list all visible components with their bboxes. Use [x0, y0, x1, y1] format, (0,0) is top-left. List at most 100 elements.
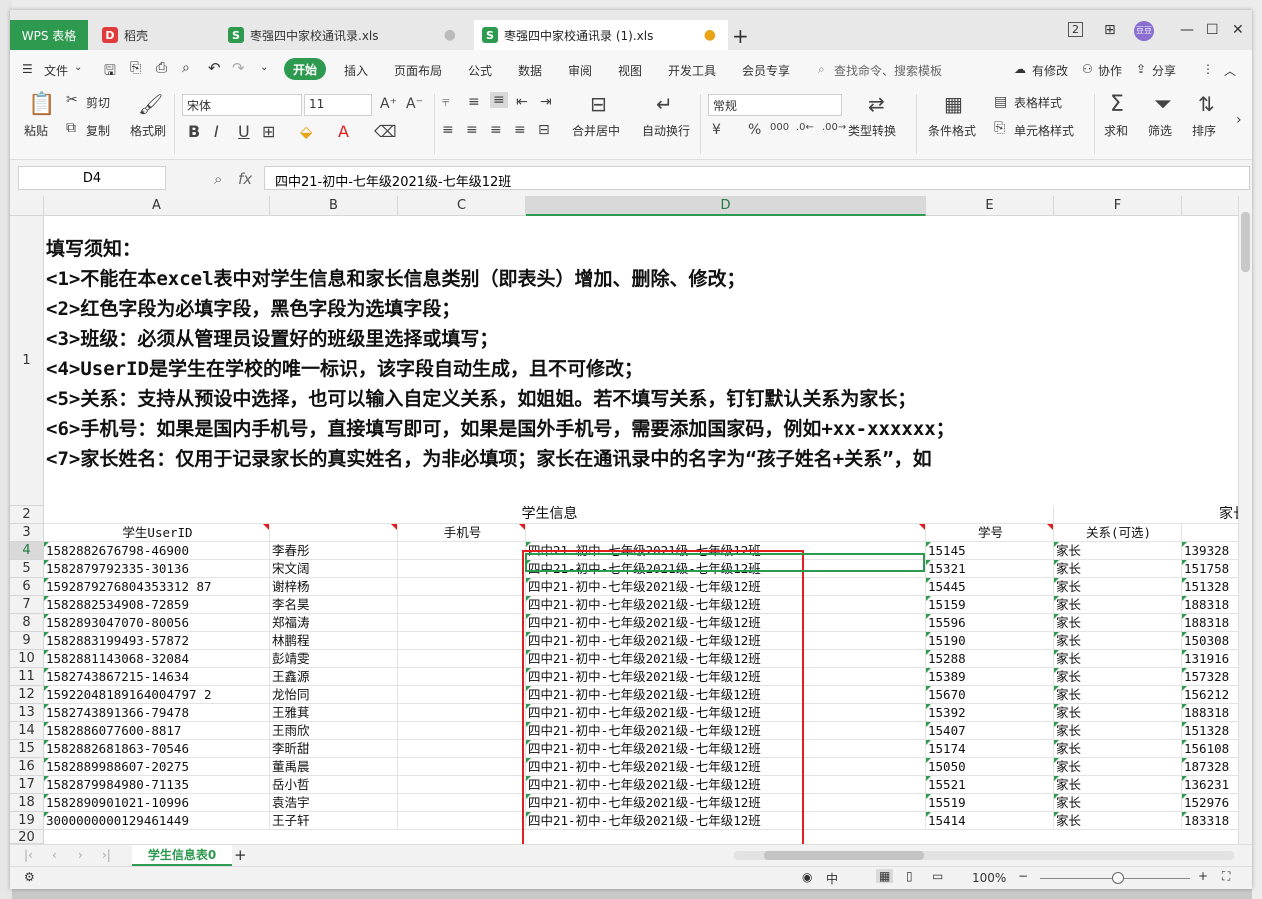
cell-phone[interactable] [398, 686, 526, 704]
currency-icon[interactable]: ¥ [712, 122, 721, 138]
row-header-2[interactable]: 2 [10, 506, 44, 524]
row-header-20[interactable]: 20 [10, 830, 44, 844]
header-phone[interactable]: 手机号 [398, 524, 526, 542]
menu-home[interactable]: 开始 [284, 58, 326, 80]
macro-record-icon[interactable]: ⚙ [24, 870, 35, 884]
number-format-select[interactable]: 常规 [708, 94, 842, 116]
quick-access-dropdown-icon[interactable]: ⌄ [260, 62, 268, 73]
cell-relation[interactable]: 家长 [1054, 776, 1182, 794]
cell-student-number[interactable]: 15521 [926, 776, 1054, 794]
fx-icon[interactable]: fx [238, 170, 252, 188]
fullscreen-icon[interactable]: ⛶ [1222, 869, 1230, 884]
cell-student-name[interactable]: 谢梓杨 [270, 578, 398, 596]
cell-relation[interactable]: 家长 [1054, 686, 1182, 704]
maximize-icon[interactable]: ☐ [1206, 22, 1219, 38]
align-left-icon[interactable]: ≡ [442, 122, 454, 138]
menu-view[interactable]: 视图 [618, 62, 642, 79]
cell-style-button[interactable]: 单元格样式 [1014, 122, 1074, 139]
align-center-icon[interactable]: ≡ [466, 122, 478, 138]
cell-class[interactable]: 四中21-初中-七年级2021级-七年级12班 [526, 668, 926, 686]
cell-relation[interactable]: 家长 [1054, 740, 1182, 758]
font-name-select[interactable]: 宋体 [182, 94, 302, 116]
horizontal-scroll-thumb[interactable] [764, 851, 924, 860]
cell-phone[interactable] [398, 812, 526, 830]
cell-relation[interactable]: 家长 [1054, 542, 1182, 560]
bold-icon[interactable]: B [188, 122, 200, 141]
ribbon-scroll-right-icon[interactable]: › [1236, 112, 1242, 128]
font-size-select[interactable]: 11 [304, 94, 372, 116]
zoom-slider-handle[interactable] [1112, 872, 1124, 884]
cell-student-number[interactable]: 15050 [926, 758, 1054, 776]
cell-phone[interactable] [398, 758, 526, 776]
justify-icon[interactable]: ≡ [514, 122, 526, 138]
cell-student-number[interactable]: 15174 [926, 740, 1054, 758]
row-header-3[interactable]: 3 [10, 524, 44, 542]
cell-student-number[interactable]: 15407 [926, 722, 1054, 740]
prev-sheet-icon[interactable]: ‹ [52, 848, 57, 862]
last-sheet-icon[interactable]: ›| [102, 848, 111, 862]
collapse-ribbon-icon[interactable]: ︿ [1224, 62, 1236, 79]
type-convert-button[interactable]: 类型转换 [848, 122, 896, 139]
cell-student-number[interactable]: 15288 [926, 650, 1054, 668]
row-header[interactable]: 13 [10, 704, 44, 722]
cell-relation[interactable]: 家长 [1054, 578, 1182, 596]
filter-button[interactable]: 筛选 [1148, 122, 1172, 139]
cell-class[interactable]: 四中21-初中-七年级2021级-七年级12班 [526, 686, 926, 704]
cell-userid[interactable]: 1582886077600-8817 [44, 722, 270, 740]
cell-phone[interactable] [398, 578, 526, 596]
row-header[interactable]: 4 [10, 542, 44, 560]
page-layout-view-icon[interactable]: ▯ [906, 869, 913, 883]
cell-student-number[interactable]: 15190 [926, 632, 1054, 650]
add-sheet-button[interactable]: + [234, 846, 247, 864]
decrease-decimal-icon[interactable]: .00→ [822, 122, 846, 133]
header-name[interactable] [270, 524, 398, 542]
column-header-e[interactable]: E [926, 196, 1054, 216]
sheet-tab-student-info[interactable]: 学生信息表0 [132, 845, 232, 866]
cell-class[interactable]: 四中21-初中-七年级2021级-七年级12班 [526, 722, 926, 740]
cell-relation[interactable]: 家长 [1054, 560, 1182, 578]
cell-class[interactable]: 四中21-初中-七年级2021级-七年级12班 [526, 794, 926, 812]
clear-format-icon[interactable]: ⌫ [374, 122, 397, 141]
first-sheet-icon[interactable]: |‹ [24, 848, 33, 862]
wrap-text-button[interactable]: 自动换行 [642, 122, 690, 139]
cell-userid[interactable]: 1582889988607-20275 [44, 758, 270, 776]
cell-class[interactable]: 四中21-初中-七年级2021级-七年级12班 [526, 560, 926, 578]
cell-student-name[interactable]: 董禹晨 [270, 758, 398, 776]
fill-color-icon[interactable]: ⬙ [300, 122, 312, 141]
cell-class[interactable]: 四中21-初中-七年级2021级-七年级12班 [526, 578, 926, 596]
cell-relation[interactable]: 家长 [1054, 794, 1182, 812]
cell-userid[interactable]: 1582879984980-71135 [44, 776, 270, 794]
zoom-out-icon[interactable]: − [1018, 869, 1028, 883]
share-button[interactable]: 分享 [1152, 62, 1176, 79]
increase-decimal-icon[interactable]: .0← [796, 122, 814, 133]
cell-student-name[interactable]: 岳小哲 [270, 776, 398, 794]
cell-phone[interactable] [398, 560, 526, 578]
undo-icon[interactable]: ↶ [208, 59, 221, 77]
table-style-button[interactable]: 表格样式 [1014, 94, 1062, 111]
row-header[interactable]: 19 [10, 812, 44, 830]
cell-student-number[interactable]: 15159 [926, 596, 1054, 614]
cell-userid[interactable]: 1582881143068-32084 [44, 650, 270, 668]
cell-student-name[interactable]: 李昕甜 [270, 740, 398, 758]
cell-student-number[interactable]: 15389 [926, 668, 1054, 686]
parent-info-header[interactable]: 家长 [1054, 506, 1252, 524]
cell-userid[interactable]: 1582890901021-10996 [44, 794, 270, 812]
cell-relation[interactable]: 家长 [1054, 596, 1182, 614]
cell-relation[interactable]: 家长 [1054, 722, 1182, 740]
cell-relation[interactable]: 家长 [1054, 758, 1182, 776]
paste-icon[interactable]: 📋 [28, 92, 55, 117]
hamburger-icon[interactable]: ☰ [22, 62, 33, 76]
cell-class[interactable]: 四中21-初中-七年级2021级-七年级12班 [526, 758, 926, 776]
cut-button[interactable]: 剪切 [86, 94, 110, 111]
row-header[interactable]: 5 [10, 560, 44, 578]
cell-userid[interactable]: 1582893047070-80056 [44, 614, 270, 632]
menu-member[interactable]: 会员专享 [742, 62, 790, 79]
row-header-1[interactable]: 1 [10, 216, 44, 506]
menu-developer[interactable]: 开发工具 [668, 62, 716, 79]
row-header[interactable]: 10 [10, 650, 44, 668]
cell-relation[interactable]: 家长 [1054, 614, 1182, 632]
cell-student-name[interactable]: 王雅萁 [270, 704, 398, 722]
distribute-icon[interactable]: ⊟ [538, 122, 550, 138]
cell-student-number[interactable]: 15145 [926, 542, 1054, 560]
cell-student-number[interactable]: 15321 [926, 560, 1054, 578]
